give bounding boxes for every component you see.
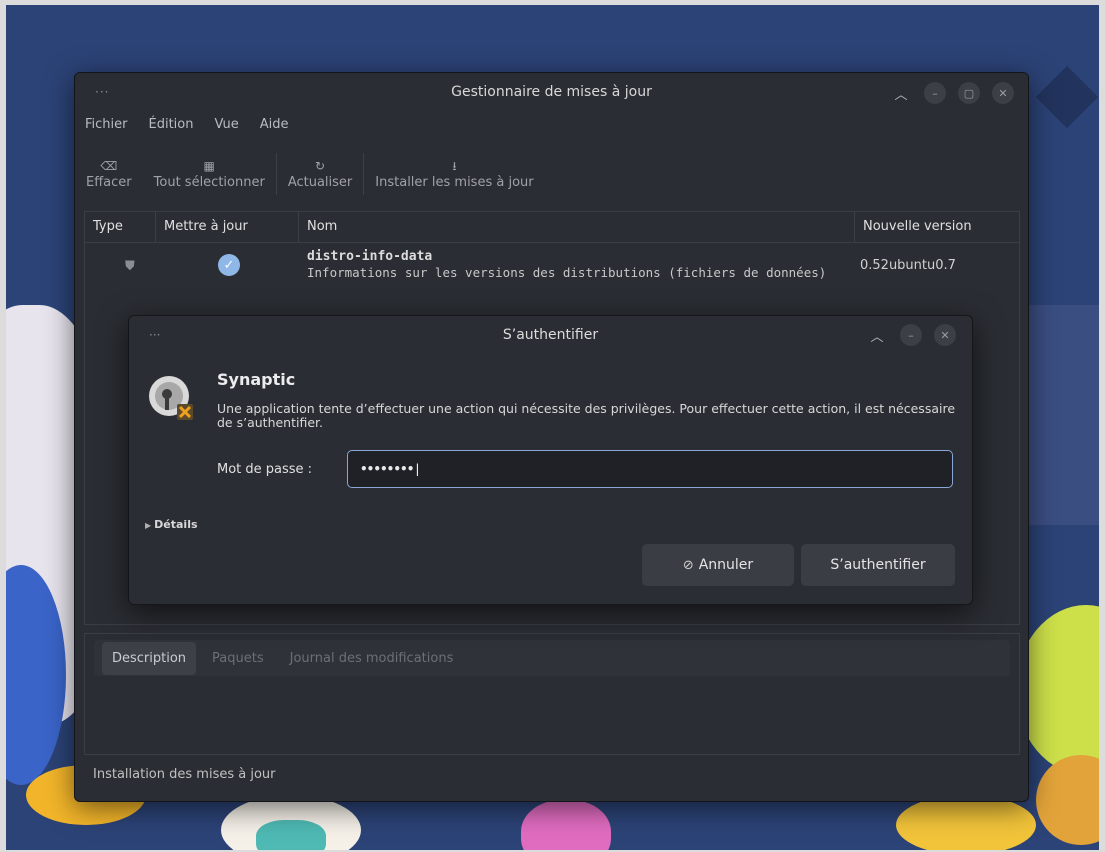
package-description: Informations sur les versions des distri…	[307, 265, 827, 280]
chevron-up-icon[interactable]: ︿	[890, 82, 912, 104]
list-header: Type Mettre à jour Nom Nouvelle version	[85, 212, 1019, 243]
package-version: 0.52ubuntu0.7	[860, 258, 956, 273]
select-all-label: Tout sélectionner	[153, 174, 265, 190]
wallpaper-creature-foot	[256, 820, 326, 850]
download-icon: ⭳	[452, 158, 457, 173]
tab-packages[interactable]: Paquets	[202, 642, 274, 675]
details-tabs: Description Paquets Journal des modifica…	[94, 640, 1010, 676]
clear-icon: ⌫	[100, 158, 118, 173]
app-name: Synaptic	[217, 370, 296, 389]
details-label: Détails	[154, 518, 198, 531]
menu-vue[interactable]: Vue	[202, 117, 247, 141]
package-name: distro-info-data	[307, 249, 433, 264]
select-all-button[interactable]: ▦ Tout sélectionner	[143, 149, 276, 199]
lock-key-icon	[149, 376, 193, 420]
tab-changelog[interactable]: Journal des modifications	[280, 642, 464, 675]
auth-message: Une application tente d’effectuer une ac…	[217, 401, 956, 430]
refresh-button[interactable]: ↻ Actualiser	[277, 149, 363, 199]
close-button[interactable]: ✕	[992, 82, 1014, 104]
password-field[interactable]: ••••••••	[347, 450, 953, 488]
chevron-right-icon: ▶	[145, 521, 152, 530]
dialog-title: S’authentifier	[502, 327, 599, 343]
wallpaper-creature-yellow	[896, 795, 1036, 850]
menubar: Fichier Édition Vue Aide	[75, 117, 298, 141]
refresh-icon: ↻	[315, 158, 326, 173]
wallpaper-creature-pink	[521, 800, 611, 850]
toolbar: ⌫ Effacer ▦ Tout sélectionner ↻ Actualis…	[75, 149, 1028, 199]
details-panel: Description Paquets Journal des modifica…	[84, 633, 1020, 755]
status-bar: Installation des mises à jour	[93, 767, 276, 782]
install-updates-label: Installer les mises à jour	[375, 174, 534, 190]
column-new-version[interactable]: Nouvelle version	[855, 212, 980, 242]
install-updates-button[interactable]: ⭳ Installer les mises à jour	[364, 149, 544, 199]
tab-description[interactable]: Description	[102, 641, 197, 675]
chevron-up-icon[interactable]: ︿	[866, 324, 888, 346]
shield-icon: ⛊	[125, 259, 135, 274]
authenticate-button[interactable]: S’authentifier	[801, 544, 955, 586]
cancel-label: Annuler	[698, 557, 754, 573]
details-expander[interactable]: ▶ Détails	[145, 518, 198, 531]
maximize-button[interactable]: ▢	[958, 82, 980, 104]
menu-edition[interactable]: Édition	[137, 117, 203, 141]
auth-dialog: ··· S’authentifier ︿ – ✕ Synaptic Une ap…	[128, 315, 973, 605]
authenticate-label: S’authentifier	[830, 557, 926, 573]
clear-button[interactable]: ⌫ Effacer	[75, 149, 143, 199]
wallpaper-shape	[1036, 755, 1099, 845]
cancel-icon: ⊘	[682, 557, 694, 573]
password-label: Mot de passe :	[217, 462, 313, 477]
wallpaper-star	[1035, 65, 1099, 129]
close-button[interactable]: ✕	[934, 324, 956, 346]
window-title: Gestionnaire de mises à jour	[451, 84, 652, 100]
titlebar[interactable]: ··· Gestionnaire de mises à jour ︿ – ▢ ✕	[75, 73, 1028, 113]
column-update[interactable]: Mettre à jour	[156, 212, 299, 242]
menu-aide[interactable]: Aide	[248, 117, 298, 141]
clear-label: Effacer	[86, 174, 132, 190]
minimize-button[interactable]: –	[924, 82, 946, 104]
minimize-button[interactable]: –	[900, 324, 922, 346]
menu-fichier[interactable]: Fichier	[75, 117, 137, 141]
column-name[interactable]: Nom	[299, 212, 855, 242]
cancel-button[interactable]: ⊘ Annuler	[642, 544, 794, 586]
column-type[interactable]: Type	[85, 212, 156, 242]
refresh-label: Actualiser	[287, 174, 353, 190]
table-row[interactable]: ⛊ ✓ distro-info-data Informations sur le…	[85, 245, 1019, 291]
update-checkbox[interactable]: ✓	[218, 254, 240, 276]
select-all-icon: ▦	[203, 158, 215, 173]
